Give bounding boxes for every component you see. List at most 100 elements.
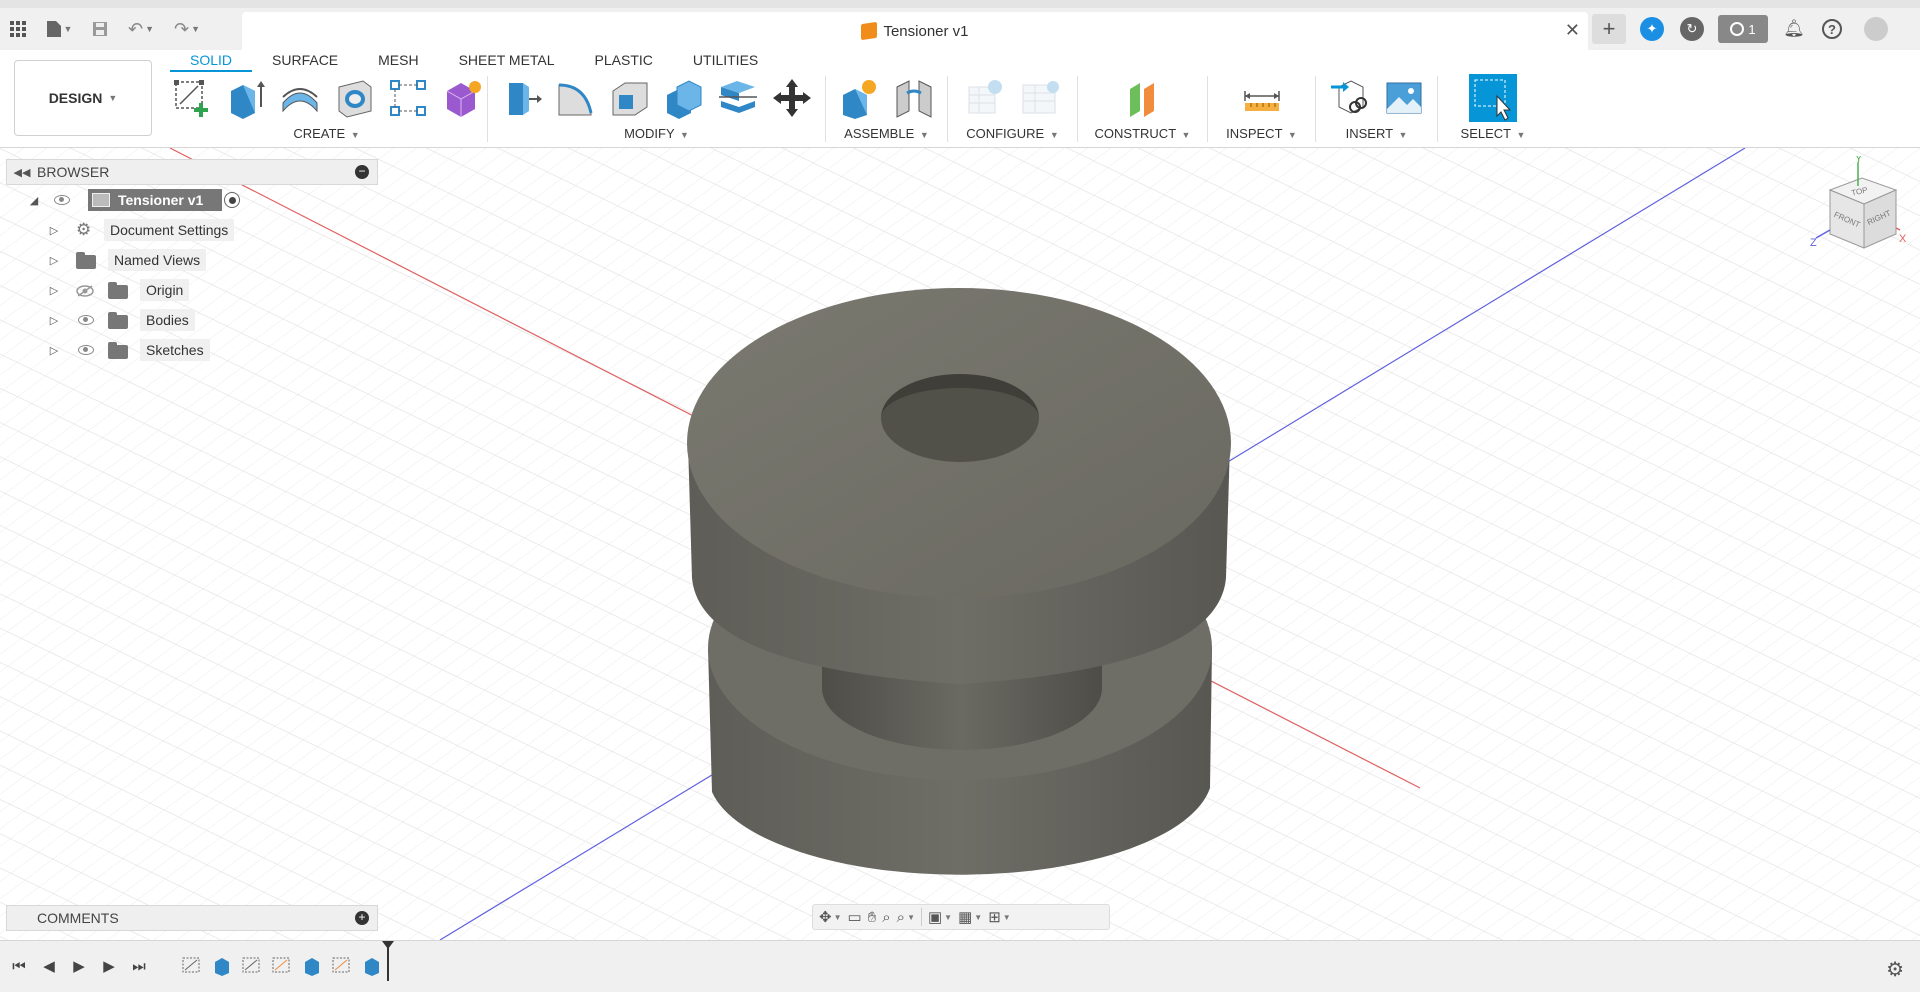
tab-plastic[interactable]: PLASTIC — [575, 50, 673, 72]
collapse-panel-icon[interactable]: ◀◀ — [7, 166, 37, 179]
tab-utilities[interactable]: UTILITIES — [673, 50, 778, 72]
timeline-sketch-feature[interactable] — [330, 955, 354, 977]
new-tab-icon[interactable]: + — [1592, 14, 1626, 44]
timeline-sketch-feature[interactable] — [240, 955, 264, 977]
tab-sheet-metal[interactable]: SHEET METAL — [439, 50, 575, 72]
insert-menu[interactable]: INSERT ▼ — [1346, 126, 1408, 141]
online-status-icon[interactable]: ↻ — [1680, 17, 1704, 41]
tab-surface[interactable]: SURFACE — [252, 50, 358, 72]
step-back-icon[interactable]: ◀︎ — [38, 955, 60, 977]
expand-triangle-icon[interactable]: ▷ — [48, 284, 60, 297]
timeline-extrude-feature[interactable] — [300, 955, 324, 977]
expand-triangle-icon[interactable]: ▷ — [48, 254, 60, 267]
go-to-end-icon[interactable]: ⏭︎ — [128, 955, 150, 977]
tree-item-label: Named Views — [108, 249, 207, 271]
tree-item-sketches[interactable]: ▷ Sketches — [6, 335, 378, 365]
revolve-icon[interactable] — [279, 77, 321, 119]
collapse-triangle-icon[interactable]: ◢ — [28, 194, 40, 207]
view-cube[interactable]: TOP FRONT RIGHT Y X Z — [1800, 156, 1910, 266]
visibility-eye-icon[interactable] — [78, 315, 94, 325]
configure-label: CONFIGURE — [966, 126, 1045, 141]
activate-radio-icon[interactable] — [224, 192, 240, 208]
grid-settings-button[interactable]: ▦ ▼ — [958, 908, 982, 926]
insert-canvas-icon[interactable] — [1383, 77, 1425, 119]
fillet-icon[interactable] — [555, 77, 597, 119]
visibility-eye-icon[interactable] — [54, 195, 70, 205]
notifications-icon[interactable]: 🔔︎ — [1782, 17, 1806, 41]
file-menu-button[interactable]: ▼ — [36, 8, 82, 50]
help-icon[interactable]: ? — [1822, 19, 1842, 39]
document-tab[interactable]: Tensioner v1 ✕ — [242, 12, 1588, 50]
close-tab-icon[interactable]: ✕ — [1565, 20, 1580, 41]
extrude-icon[interactable] — [225, 77, 267, 119]
create-menu[interactable]: CREATE ▼ — [293, 126, 359, 141]
timeline-extrude-feature[interactable] — [210, 955, 234, 977]
look-at-icon[interactable]: ▭ — [848, 908, 862, 926]
expand-triangle-icon[interactable]: ▷ — [48, 314, 60, 327]
tree-item-document-settings[interactable]: ▷ ⚙ Document Settings — [6, 215, 378, 245]
select-icon[interactable] — [1469, 74, 1517, 122]
timeline-sketch-feature[interactable] — [270, 955, 294, 977]
press-pull-icon[interactable] — [501, 77, 543, 119]
go-to-start-icon[interactable]: ⏮︎ — [8, 955, 30, 977]
move-copy-icon[interactable] — [771, 77, 813, 119]
tree-root[interactable]: ◢ Tensioner v1 — [6, 185, 378, 215]
tree-item-named-views[interactable]: ▷ Named Views — [6, 245, 378, 275]
profile-icon[interactable] — [1864, 17, 1888, 41]
timeline-sketch-feature[interactable] — [180, 955, 204, 977]
hole-icon[interactable] — [333, 77, 375, 119]
minimize-icon[interactable]: − — [355, 165, 369, 179]
timeline-settings-gear-icon[interactable]: ⚙ — [1886, 957, 1904, 982]
tree-item-origin[interactable]: ▷ Origin — [6, 275, 378, 305]
timeline-extrude-feature[interactable] — [360, 955, 384, 977]
configure-menu[interactable]: CONFIGURE ▼ — [966, 126, 1059, 141]
inspect-menu[interactable]: INSPECT ▼ — [1226, 126, 1297, 141]
undo-button[interactable]: ↶ ▼ — [118, 8, 164, 50]
play-icon[interactable]: ▶︎ — [68, 955, 90, 977]
redo-button[interactable]: ↷ ▼ — [164, 8, 210, 50]
combine-icon[interactable] — [663, 77, 705, 119]
display-settings-button[interactable]: ▣ ▼ — [928, 908, 952, 926]
modify-menu[interactable]: MODIFY ▼ — [624, 126, 689, 141]
extensions-icon[interactable]: ✦ — [1640, 17, 1664, 41]
create-form-icon[interactable] — [441, 77, 483, 119]
new-component-icon[interactable] — [839, 77, 881, 119]
add-comment-icon[interactable]: + — [355, 911, 369, 925]
job-status-icon[interactable]: 1 — [1718, 15, 1768, 43]
assemble-menu[interactable]: ASSEMBLE ▼ — [844, 126, 929, 141]
pattern-icon[interactable] — [387, 77, 429, 119]
comments-header[interactable]: COMMENTS + — [6, 905, 378, 931]
tree-item-bodies[interactable]: ▷ Bodies — [6, 305, 378, 335]
split-body-icon[interactable] — [717, 77, 759, 119]
construct-menu[interactable]: CONSTRUCT ▼ — [1095, 126, 1191, 141]
assemble-group: ASSEMBLE ▼ — [826, 76, 948, 142]
pan-icon[interactable]: ✋︎ — [868, 909, 877, 926]
expand-triangle-icon[interactable]: ▷ — [48, 224, 60, 237]
measure-icon[interactable] — [1241, 77, 1283, 119]
timeline-marker[interactable] — [382, 941, 394, 981]
shell-icon[interactable] — [609, 77, 651, 119]
save-icon[interactable] — [82, 8, 118, 50]
offset-plane-icon[interactable] — [1122, 77, 1164, 119]
inspect-group: INSPECT ▼ — [1208, 76, 1316, 142]
tab-mesh[interactable]: MESH — [358, 50, 438, 72]
spool-model[interactable] — [687, 288, 1231, 888]
visibility-eye-icon[interactable] — [78, 345, 94, 355]
fit-button[interactable]: ⌕ ▼ — [897, 909, 915, 926]
tab-solid[interactable]: SOLID — [170, 50, 253, 72]
root-component[interactable]: Tensioner v1 — [88, 189, 222, 211]
expand-triangle-icon[interactable]: ▷ — [48, 344, 60, 357]
select-menu[interactable]: SELECT ▼ — [1461, 126, 1526, 141]
configuration-table-icon[interactable] — [1019, 77, 1061, 119]
configure-design-icon[interactable] — [965, 77, 1007, 119]
insert-derive-icon[interactable] — [1329, 77, 1371, 119]
orbit-button[interactable]: ✥ ▼ — [819, 908, 842, 926]
hidden-eye-icon[interactable] — [76, 284, 94, 297]
zoom-icon[interactable]: ⌕ — [882, 909, 890, 926]
create-sketch-icon[interactable] — [171, 77, 213, 119]
viewports-button[interactable]: ⊞ ▼ — [988, 908, 1011, 926]
workspace-switcher[interactable]: DESIGN ▼ — [14, 60, 152, 136]
apps-grid-icon[interactable] — [0, 8, 36, 50]
step-forward-icon[interactable]: ▶︎ — [98, 955, 120, 977]
joint-icon[interactable] — [893, 77, 935, 119]
